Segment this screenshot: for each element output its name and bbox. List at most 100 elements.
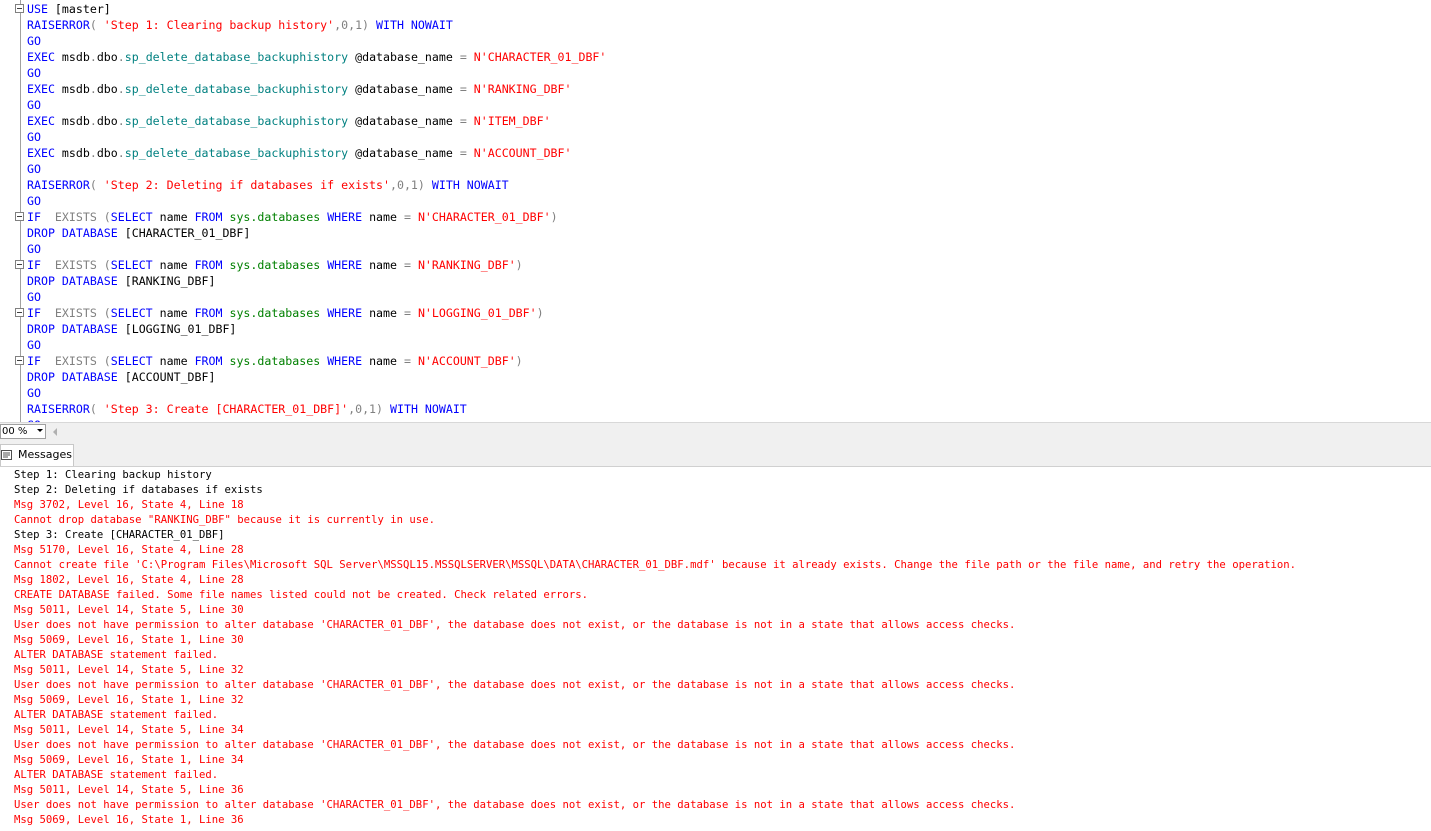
error-message-line: Cannot create file 'C:\Program Files\Mic… <box>14 559 1296 571</box>
code-line[interactable]: GO <box>27 337 41 353</box>
code-line[interactable]: GO <box>27 289 41 305</box>
code-token: msdb <box>54 146 90 160</box>
code-line[interactable]: GO <box>27 241 41 257</box>
error-message-line: User does not have permission to alter d… <box>14 739 1016 751</box>
code-token: RAISERROR <box>27 402 90 416</box>
code-token: sp_delete_database_backuphistory <box>124 82 349 96</box>
code-token: name <box>362 306 404 320</box>
code-token: IF <box>27 258 41 272</box>
code-token: EXISTS ( <box>40 210 111 224</box>
code-token: = <box>459 82 467 96</box>
collapse-region-icon[interactable] <box>15 212 24 221</box>
code-line[interactable]: EXEC msdb.dbo.sp_delete_database_backuph… <box>27 81 572 97</box>
code-token: WHERE <box>327 306 363 320</box>
code-line[interactable]: DROP DATABASE [ACCOUNT_DBF] <box>27 369 215 385</box>
code-token: . <box>117 50 125 64</box>
error-message-line: Msg 5069, Level 16, State 1, Line 30 <box>14 634 244 646</box>
code-token: = <box>403 258 411 272</box>
error-message-line: User does not have permission to alter d… <box>14 799 1016 811</box>
code-token: ,0,1) <box>334 18 377 32</box>
zoom-dropdown[interactable]: 00 % <box>0 424 46 439</box>
code-token: GO <box>27 162 41 176</box>
info-message-line: Step 2: Deleting if databases if exists <box>14 484 263 496</box>
code-token: N'CHARACTER_01_DBF' <box>466 50 607 64</box>
code-token: DROP DATABASE <box>27 274 118 288</box>
code-token: EXEC <box>27 146 55 160</box>
error-message-line: Cannot drop database "RANKING_DBF" becau… <box>14 514 435 526</box>
error-message-line: ALTER DATABASE statement failed. <box>14 649 219 661</box>
query-editor[interactable]: USE [master] RAISERROR( 'Step 1: Clearing… <box>0 0 1431 422</box>
code-line[interactable]: IF EXISTS (SELECT name FROM sys.database… <box>27 209 558 225</box>
code-line[interactable]: IF EXISTS (SELECT name FROM sys.database… <box>27 353 523 369</box>
error-message-line: ALTER DATABASE statement failed. <box>14 709 219 721</box>
code-token: ,0,1) <box>389 178 432 192</box>
info-message-line: Step 1: Clearing backup history <box>14 469 212 481</box>
code-line[interactable]: RAISERROR( 'Step 1: Clearing backup hist… <box>27 17 453 33</box>
code-line[interactable]: IF EXISTS (SELECT name FROM sys.database… <box>27 257 523 273</box>
code-token: DROP DATABASE <box>27 226 118 240</box>
code-line[interactable]: GO <box>27 161 41 177</box>
code-token: WITH NOWAIT <box>431 178 509 192</box>
code-token: = <box>459 146 467 160</box>
code-token: DROP DATABASE <box>27 370 118 384</box>
collapse-region-icon[interactable] <box>15 308 24 317</box>
code-line[interactable]: RAISERROR( 'Step 3: Create [CHARACTER_01… <box>27 401 467 417</box>
code-token: FROM <box>194 306 223 320</box>
code-line[interactable]: GO <box>27 65 41 81</box>
error-message-line: Msg 5069, Level 16, State 1, Line 34 <box>14 754 244 766</box>
code-token: SELECT <box>110 210 153 224</box>
code-line[interactable]: EXEC msdb.dbo.sp_delete_database_backuph… <box>27 113 551 129</box>
error-message-line: Msg 5011, Level 14, State 5, Line 36 <box>14 784 244 796</box>
code-token: name <box>362 354 404 368</box>
code-token: GO <box>27 34 41 48</box>
code-line[interactable]: GO <box>27 385 41 401</box>
code-token: N'RANKING_DBF' <box>410 258 516 272</box>
code-line[interactable]: USE [master] <box>27 1 111 17</box>
collapse-region-icon[interactable] <box>15 260 24 269</box>
messages-pane[interactable]: Step 1: Clearing backup history Step 2: D… <box>0 467 1431 831</box>
code-token: GO <box>27 66 41 80</box>
code-line[interactable]: EXEC msdb.dbo.sp_delete_database_backuph… <box>27 145 572 161</box>
error-message-line: Msg 1802, Level 16, State 4, Line 28 <box>14 574 244 586</box>
code-token: GO <box>27 338 41 352</box>
collapse-region-icon[interactable] <box>15 4 24 13</box>
code-token: name <box>152 210 195 224</box>
collapse-region-icon[interactable] <box>15 356 24 365</box>
code-token: . <box>89 114 97 128</box>
code-token: sys.databases <box>222 354 328 368</box>
error-message-line: ALTER DATABASE statement failed. <box>14 769 219 781</box>
scroll-left-icon[interactable] <box>53 428 57 436</box>
code-line[interactable]: GO <box>27 33 41 49</box>
code-line[interactable]: DROP DATABASE [CHARACTER_01_DBF] <box>27 225 250 241</box>
code-token: sp_delete_database_backuphistory <box>124 50 349 64</box>
code-token: FROM <box>194 354 223 368</box>
code-token: WHERE <box>327 210 363 224</box>
code-token: = <box>403 210 411 224</box>
code-line[interactable]: GO <box>27 97 41 113</box>
code-token: GO <box>27 386 41 400</box>
code-token: sys.databases <box>222 306 328 320</box>
code-token: WITH NOWAIT <box>390 402 467 416</box>
code-line[interactable]: EXEC msdb.dbo.sp_delete_database_backuph… <box>27 49 606 65</box>
code-token: dbo <box>96 114 118 128</box>
code-token: ) <box>536 306 544 320</box>
code-line[interactable]: DROP DATABASE [LOGGING_01_DBF] <box>27 321 236 337</box>
code-token: GO <box>27 194 41 208</box>
error-message-line: User does not have permission to alter d… <box>14 619 1016 631</box>
error-message-line: Msg 5011, Level 14, State 5, Line 32 <box>14 664 244 676</box>
code-line[interactable]: GO <box>27 129 41 145</box>
code-token: IF <box>27 354 41 368</box>
code-token: EXEC <box>27 50 55 64</box>
code-line[interactable]: RAISERROR( 'Step 2: Deleting if database… <box>27 177 509 193</box>
error-message-line: Msg 5011, Level 14, State 5, Line 34 <box>14 724 244 736</box>
code-token: [LOGGING_01_DBF] <box>117 322 237 336</box>
code-line[interactable]: GO <box>27 193 41 209</box>
code-line[interactable]: IF EXISTS (SELECT name FROM sys.database… <box>27 305 544 321</box>
zoom-value: 00 % <box>2 426 28 437</box>
code-token: IF <box>27 306 41 320</box>
tab-messages[interactable]: Messages <box>0 444 74 466</box>
code-line[interactable]: DROP DATABASE [RANKING_DBF] <box>27 273 215 289</box>
code-token: [CHARACTER_01_DBF] <box>117 226 251 240</box>
code-token: GO <box>27 290 41 304</box>
code-token: GO <box>27 242 41 256</box>
